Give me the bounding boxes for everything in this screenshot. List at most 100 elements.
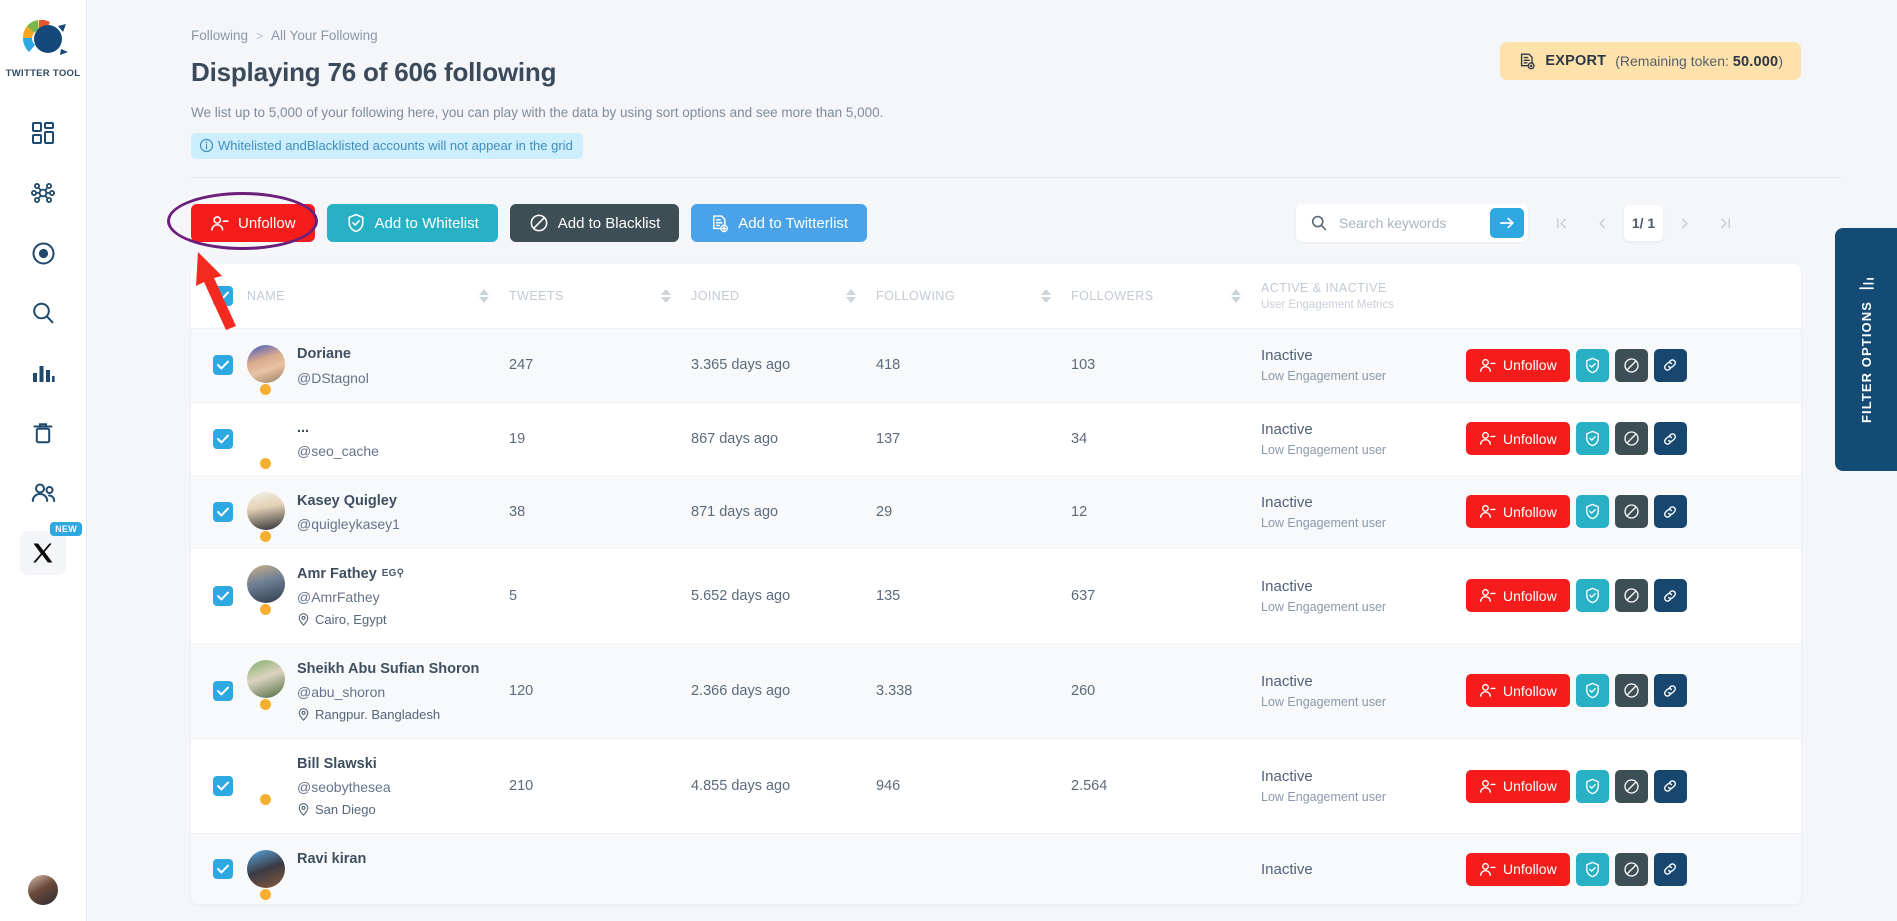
row-unfollow-button[interactable]: Unfollow <box>1466 769 1570 803</box>
row-link-button[interactable] <box>1653 348 1687 382</box>
row-blacklist-button[interactable] <box>1614 422 1648 456</box>
sidebar-item-trash[interactable] <box>11 405 75 461</box>
user-handle[interactable]: @AmrFathey <box>297 589 404 605</box>
row-link-button[interactable] <box>1653 674 1687 708</box>
search-submit-button[interactable] <box>1490 208 1524 239</box>
twitter-tool-logo <box>22 19 68 55</box>
user-avatar[interactable] <box>247 564 285 603</box>
pagination-prev-button[interactable] <box>1583 205 1622 241</box>
row-whitelist-button[interactable] <box>1575 674 1609 708</box>
user-minus-icon <box>1480 505 1496 519</box>
sort-tweets[interactable] <box>661 264 691 329</box>
user-name[interactable]: Doriane <box>297 345 369 363</box>
user-name[interactable]: Bill Slawski <box>297 755 391 773</box>
bulk-blacklist-button[interactable]: Add to Blacklist <box>509 204 680 243</box>
user-avatar[interactable] <box>247 418 285 457</box>
bulk-whitelist-button[interactable]: Add to Whitelist <box>326 204 498 243</box>
sidebar-item-network[interactable] <box>11 165 75 221</box>
user-name[interactable]: Ravi kiran <box>297 850 366 868</box>
column-header-name[interactable]: NAME <box>247 264 479 329</box>
row-checkbox[interactable] <box>213 355 233 376</box>
user-avatar[interactable] <box>247 491 285 530</box>
row-blacklist-button[interactable] <box>1614 852 1648 886</box>
brand[interactable]: TWITTER TOOL <box>6 16 81 79</box>
sidebar-item-dashboard[interactable] <box>11 105 75 161</box>
search-input[interactable] <box>1337 214 1473 233</box>
sidebar-item-analytics[interactable] <box>11 345 75 401</box>
row-user-cell: Bill Slawski @seobythesea San Diego <box>247 739 509 834</box>
sidebar-item-x[interactable]: NEW <box>20 522 82 575</box>
column-header-tweets[interactable]: TWEETS <box>509 264 661 329</box>
user-handle[interactable]: @abu_shoron <box>297 684 479 700</box>
row-checkbox[interactable] <box>213 585 233 606</box>
row-blacklist-button[interactable] <box>1614 579 1648 613</box>
user-handle[interactable]: @quigleykasey1 <box>297 516 400 532</box>
filter-options-tab[interactable]: FILTER OPTIONS <box>1835 228 1897 471</box>
row-link-button[interactable] <box>1653 579 1687 613</box>
row-whitelist-button[interactable] <box>1575 579 1609 613</box>
row-whitelist-button[interactable] <box>1575 422 1609 456</box>
user-name[interactable]: Sheikh Abu Sufian Shoron <box>297 660 479 678</box>
pagination-first-button[interactable] <box>1542 205 1581 241</box>
pagination-last-button[interactable] <box>1706 205 1745 241</box>
user-name[interactable]: Kasey Quigley <box>297 492 400 510</box>
user-name[interactable]: ... <box>297 419 379 437</box>
user-avatar[interactable] <box>247 850 285 889</box>
bulk-unfollow-button[interactable]: Unfollow <box>191 204 315 243</box>
pagination-current-page[interactable]: 1/ 1 <box>1624 205 1663 242</box>
row-checkbox[interactable] <box>213 501 233 522</box>
row-blacklist-button[interactable] <box>1614 495 1648 529</box>
user-avatar[interactable] <box>247 659 285 698</box>
row-checkbox[interactable] <box>213 859 233 880</box>
row-unfollow-button[interactable]: Unfollow <box>1466 674 1570 708</box>
user-avatar[interactable] <box>247 755 285 794</box>
avatar-wrap <box>247 564 285 615</box>
row-link-button[interactable] <box>1653 495 1687 529</box>
row-blacklist-button[interactable] <box>1614 348 1648 382</box>
breadcrumb-current[interactable]: All Your Following <box>271 28 378 43</box>
row-actions: Unfollow <box>1466 495 1801 529</box>
row-whitelist-button[interactable] <box>1575 495 1609 529</box>
sidebar-item-search[interactable] <box>11 285 75 341</box>
row-whitelist-button[interactable] <box>1575 348 1609 382</box>
column-header-joined[interactable]: JOINED <box>691 264 846 329</box>
pagination-next-button[interactable] <box>1665 205 1704 241</box>
avatar[interactable] <box>28 875 58 905</box>
action-bar-wrap: Unfollow Add to Whitelist Add to Blackli… <box>87 178 1897 331</box>
row-blacklist-button[interactable] <box>1614 674 1648 708</box>
status-dot <box>260 457 271 469</box>
column-header-followers[interactable]: FOLLOWERS <box>1071 264 1231 329</box>
user-name[interactable]: Amr Fathey EG⚲ <box>297 565 404 583</box>
user-handle[interactable]: @seo_cache <box>297 443 379 459</box>
export-button[interactable]: EXPORT (Remaining token: 50.000) <box>1500 42 1801 80</box>
row-checkbox[interactable] <box>213 680 233 701</box>
row-unfollow-button[interactable]: Unfollow <box>1466 422 1570 456</box>
user-handle[interactable]: @seobythesea <box>297 779 391 795</box>
row-checkbox[interactable] <box>213 428 233 449</box>
sidebar-item-target[interactable] <box>11 225 75 281</box>
breadcrumb-parent[interactable]: Following <box>191 28 248 43</box>
sort-name[interactable] <box>479 264 509 329</box>
bulk-twitterlist-button[interactable]: Add to Twitterlist <box>691 204 868 243</box>
sort-following[interactable] <box>1041 264 1071 329</box>
sidebar-item-audience[interactable] <box>11 465 75 521</box>
sort-joined[interactable] <box>846 264 876 329</box>
search-box[interactable] <box>1296 204 1528 243</box>
row-unfollow-button[interactable]: Unfollow <box>1466 579 1570 613</box>
row-link-button[interactable] <box>1653 422 1687 456</box>
sort-followers[interactable] <box>1231 264 1261 329</box>
user-handle[interactable]: @DStagnol <box>297 370 369 386</box>
row-whitelist-button[interactable] <box>1575 769 1609 803</box>
row-unfollow-button[interactable]: Unfollow <box>1466 495 1570 529</box>
row-link-button[interactable] <box>1653 852 1687 886</box>
row-unfollow-button[interactable]: Unfollow <box>1466 852 1570 886</box>
row-unfollow-button[interactable]: Unfollow <box>1466 348 1570 382</box>
row-whitelist-button[interactable] <box>1575 852 1609 886</box>
row-checkbox[interactable] <box>213 776 233 797</box>
select-all-checkbox[interactable] <box>213 286 233 307</box>
row-blacklist-button[interactable] <box>1614 769 1648 803</box>
column-header-following[interactable]: FOLLOWING <box>876 264 1041 329</box>
user-avatar[interactable] <box>247 345 285 384</box>
row-link-button[interactable] <box>1653 769 1687 803</box>
status-dot <box>260 603 271 615</box>
